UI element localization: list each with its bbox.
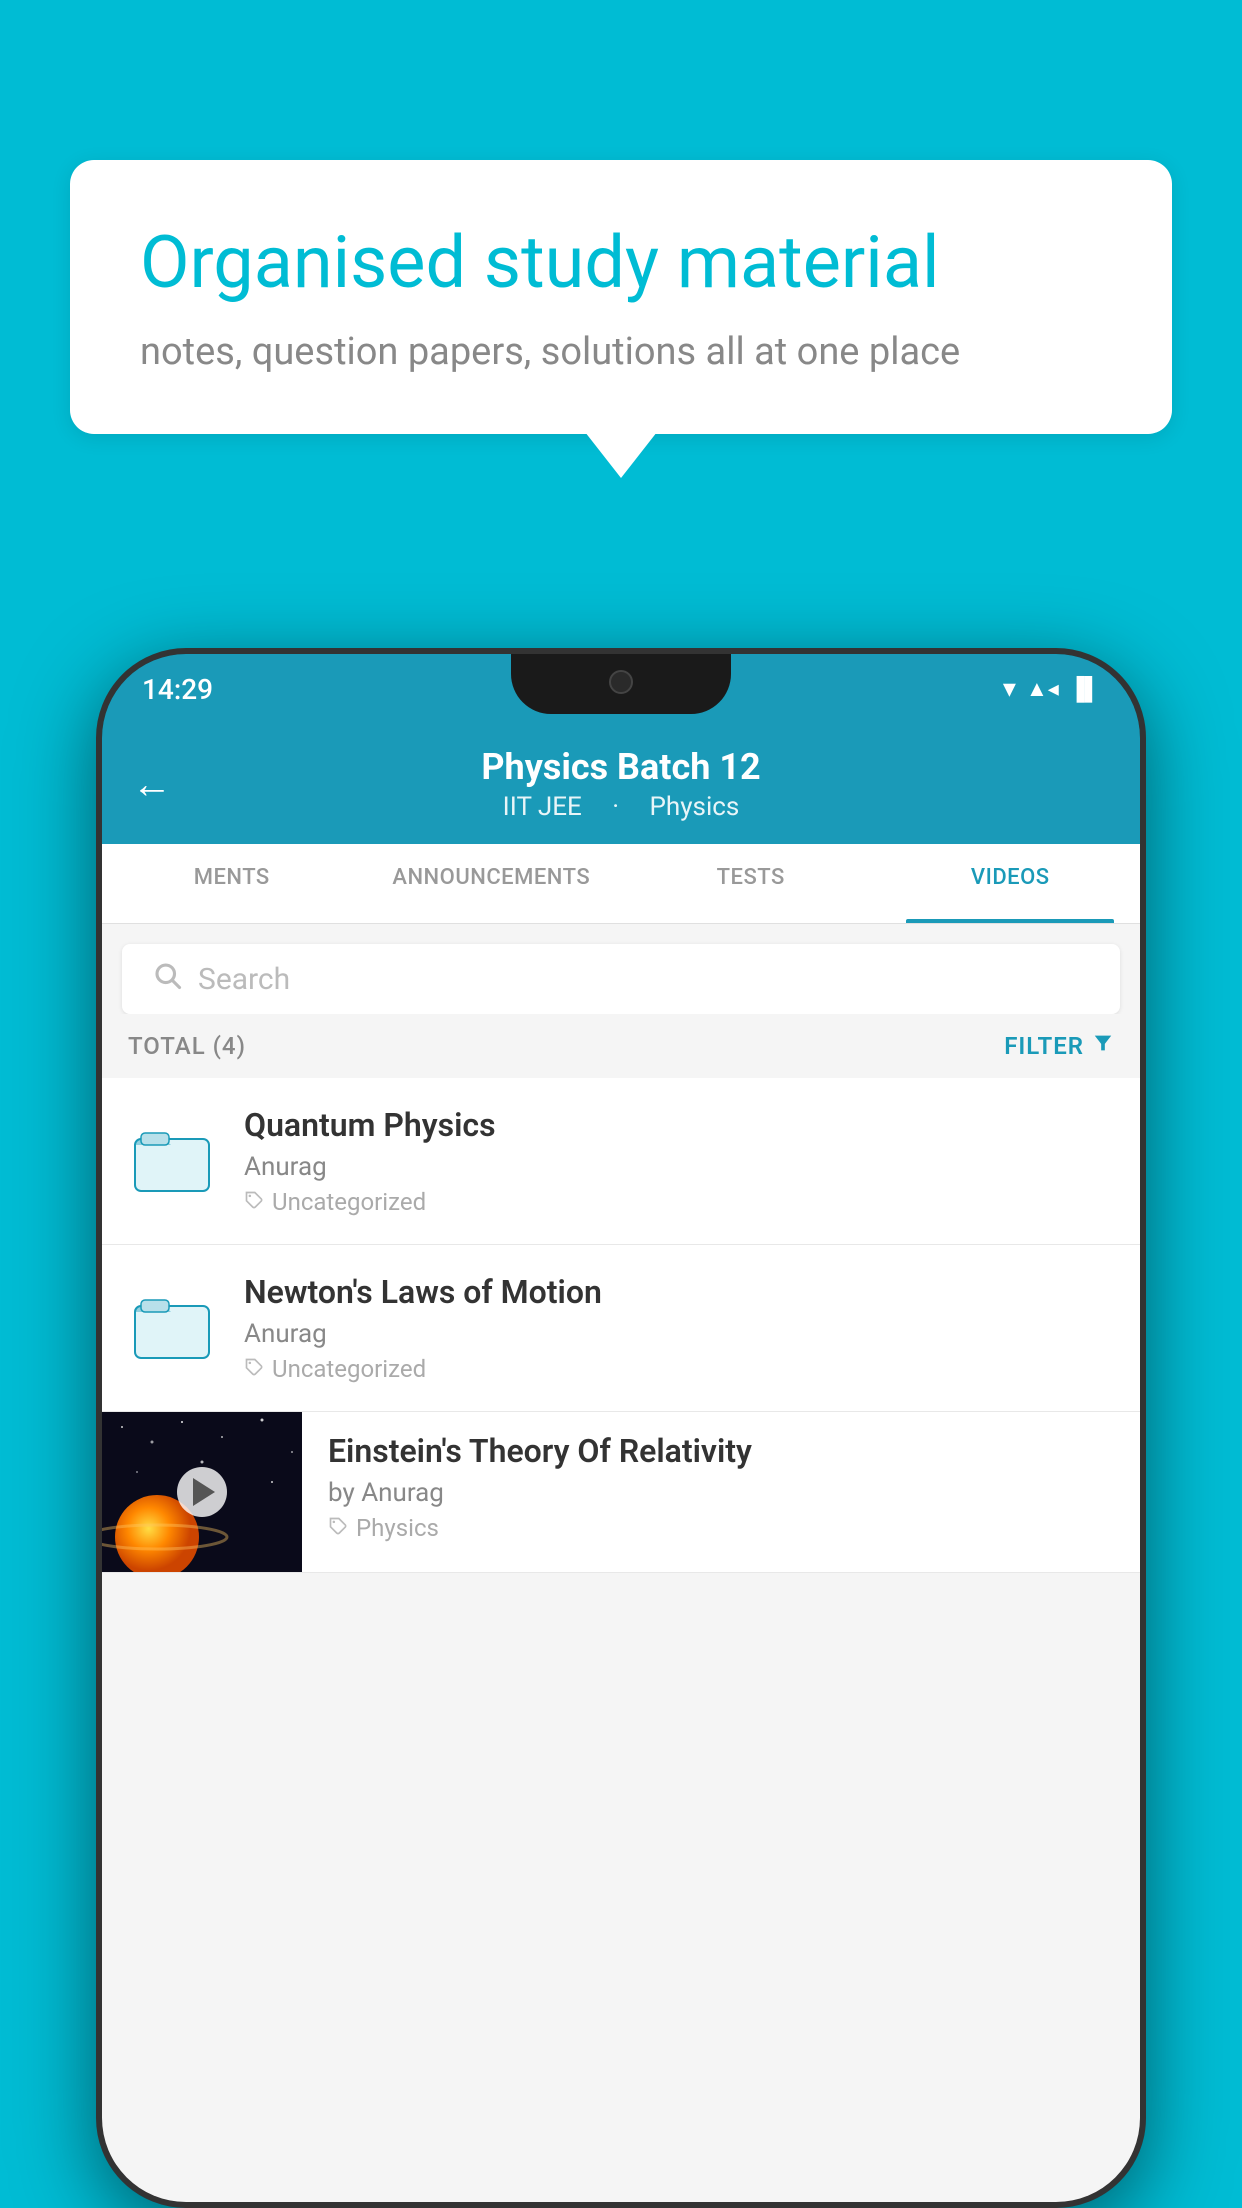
list-item[interactable]: Einstein's Theory Of Relativity by Anura… [102,1412,1140,1573]
video-info: Quantum Physics Anurag Uncategorized [244,1106,1114,1216]
bubble-title: Organised study material [140,220,1102,306]
search-input[interactable]: Search [198,962,290,997]
speech-bubble-container: Organised study material notes, question… [70,160,1172,434]
video-tag: Uncategorized [244,1188,1114,1216]
tag-icon [244,1188,264,1216]
content-area: Search TOTAL (4) FILTER [102,924,1140,2202]
video-list: Quantum Physics Anurag Uncategorized [102,1078,1140,1573]
phone-frame: 14:29 ▾ ▲◂ ▐▌ ← Physics Batch 12 IIT JEE… [96,648,1146,2208]
filter-button[interactable]: FILTER [1004,1032,1114,1060]
video-thumb [128,1121,218,1201]
status-time: 14:29 [142,673,213,706]
app-header: ← Physics Batch 12 IIT JEE · Physics [102,724,1140,844]
video-thumb [128,1288,218,1368]
power-button [1142,884,1146,984]
tag-icon [328,1514,348,1542]
vol-down-button [96,924,100,994]
bubble-subtitle: notes, question papers, solutions all at… [140,330,1102,374]
play-button[interactable] [177,1467,227,1517]
search-icon [152,960,182,998]
tag-icon [244,1355,264,1383]
camera [609,670,633,694]
tag2: Physics [650,792,740,822]
video-info: Einstein's Theory Of Relativity by Anura… [302,1412,1140,1562]
tab-ments[interactable]: MENTS [102,844,362,923]
video-info: Newton's Laws of Motion Anurag Uncategor… [244,1273,1114,1383]
video-tag: Physics [328,1514,1120,1542]
speech-bubble: Organised study material notes, question… [70,160,1172,434]
filter-icon [1092,1032,1114,1060]
video-thumbnail [102,1412,302,1572]
tag-separator: · [612,792,619,822]
phone-notch [511,654,731,714]
video-author: Anurag [244,1152,1114,1182]
back-button[interactable]: ← [132,761,172,808]
wifi-icon: ▾ [1003,674,1016,704]
status-icons: ▾ ▲◂ ▐▌ [1003,674,1100,704]
tab-videos[interactable]: VIDEOS [881,844,1141,923]
search-bar[interactable]: Search [122,944,1120,1014]
header-subtitle: IIT JEE · Physics [491,792,752,822]
video-author: Anurag [244,1319,1114,1349]
filter-label: FILTER [1004,1032,1084,1060]
total-label: TOTAL (4) [128,1032,246,1060]
tab-bar: MENTS ANNOUNCEMENTS TESTS VIDEOS [102,844,1140,924]
video-title: Einstein's Theory Of Relativity [328,1432,1120,1470]
tab-announcements[interactable]: ANNOUNCEMENTS [362,844,622,923]
video-author: by Anurag [328,1478,1120,1508]
signal-icon: ▲◂ [1026,676,1059,702]
battery-icon: ▐▌ [1069,676,1100,702]
filter-bar: TOTAL (4) FILTER [102,1014,1140,1078]
tab-tests[interactable]: TESTS [621,844,881,923]
tag1: IIT JEE [503,792,582,822]
header-title: Physics Batch 12 [481,746,760,788]
video-title: Newton's Laws of Motion [244,1273,1114,1311]
list-item[interactable]: Newton's Laws of Motion Anurag Uncategor… [102,1245,1140,1412]
video-tag: Uncategorized [244,1355,1114,1383]
list-item[interactable]: Quantum Physics Anurag Uncategorized [102,1078,1140,1245]
video-title: Quantum Physics [244,1106,1114,1144]
vol-up-button [96,834,100,904]
